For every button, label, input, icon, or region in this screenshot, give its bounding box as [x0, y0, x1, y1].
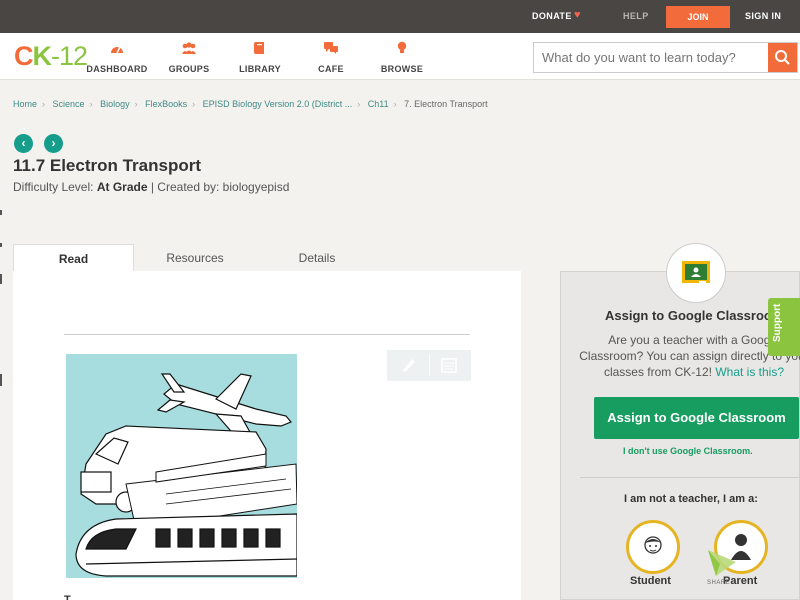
breadcrumb-current: 7. Electron Transport	[404, 99, 488, 109]
edge-mark	[0, 243, 2, 247]
breadcrumb-science[interactable]: Science	[53, 99, 85, 109]
groups-people-icon	[182, 42, 196, 54]
nav-browse[interactable]: BROWSE	[367, 41, 437, 74]
assign-classroom-button[interactable]: Assign to Google Classroom	[594, 397, 799, 439]
top-bar: DONATE ♥ HELP JOIN SIGN IN	[0, 0, 800, 33]
breadcrumb-chapter[interactable]: Ch11	[368, 99, 389, 109]
next-button[interactable]: ›	[44, 134, 63, 153]
chevron-right-icon: ›	[357, 99, 361, 109]
divider	[580, 477, 800, 478]
toolbox-divider	[429, 355, 430, 376]
chevron-right-icon: ›	[42, 99, 46, 109]
ck12-logo[interactable]: CK-12	[14, 41, 88, 72]
divider	[64, 334, 470, 335]
classroom-title: Assign to Google Classroom	[605, 308, 784, 323]
edge-mark	[0, 210, 2, 215]
nav-library[interactable]: LIBRARY	[225, 41, 295, 74]
tab-resources[interactable]: Resources	[135, 244, 255, 272]
search-icon	[775, 50, 790, 65]
student-icon	[644, 536, 662, 554]
chevron-right-icon: ›	[393, 99, 397, 109]
classroom-description: Are you a teacher with a Google Classroo…	[579, 333, 800, 379]
nav-dashboard[interactable]: DASHBOARD	[82, 41, 152, 74]
donate-link[interactable]: DONATE	[532, 11, 572, 21]
browse-lightbulb-icon	[397, 41, 407, 53]
chevron-right-icon: ›	[134, 99, 138, 109]
edge-mark	[0, 374, 2, 386]
transport-illustration	[66, 354, 297, 578]
google-classroom-icon	[682, 261, 710, 284]
notes-icon[interactable]	[441, 358, 457, 373]
pencil-icon[interactable]	[401, 357, 417, 374]
join-button[interactable]: JOIN	[666, 6, 730, 28]
cafe-chat-icon	[324, 42, 338, 54]
edge-mark	[0, 274, 2, 284]
breadcrumb-home[interactable]: Home	[13, 99, 37, 109]
search-input[interactable]	[534, 43, 770, 72]
chevron-left-icon: ‹	[21, 136, 26, 150]
chevron-right-icon: ›	[51, 136, 56, 150]
help-link[interactable]: HELP	[623, 11, 649, 21]
tab-read[interactable]: Read	[13, 244, 134, 272]
search-button[interactable]	[768, 43, 797, 72]
student-label: Student	[630, 575, 671, 587]
section-heading: T	[64, 594, 71, 600]
sign-in-link[interactable]: SIGN IN	[745, 11, 781, 21]
page-meta: Difficulty Level: At Grade | Created by:…	[13, 180, 290, 194]
chevron-right-icon: ›	[89, 99, 93, 109]
chevron-right-icon: ›	[192, 99, 196, 109]
nav-groups[interactable]: GROUPS	[154, 41, 224, 74]
share-label: SHARE	[707, 580, 731, 586]
support-tab[interactable]: Support	[768, 298, 800, 356]
transport-vehicles-image	[75, 373, 297, 577]
no-classroom-link[interactable]: I don't use Google Classroom.	[623, 446, 753, 456]
nav-cafe[interactable]: CAFE	[296, 41, 366, 74]
tab-details[interactable]: Details	[256, 244, 378, 272]
search-box	[533, 42, 798, 73]
previous-button[interactable]: ‹	[14, 134, 33, 153]
student-role-button[interactable]	[626, 520, 680, 574]
what-is-this-link[interactable]: What is this?	[715, 365, 784, 379]
difficulty-level: At Grade	[96, 180, 148, 194]
breadcrumb-book[interactable]: EPISD Biology Version 2.0 (District ...	[203, 99, 353, 109]
role-prompt: I am not a teacher, I am a:	[624, 493, 758, 505]
heart-icon: ♥	[574, 9, 581, 21]
content-toolbox	[387, 350, 471, 381]
page-title: 11.7 Electron Transport	[13, 156, 202, 175]
created-by: | Created by: biologyepisd	[150, 180, 290, 194]
share-icon[interactable]	[706, 546, 738, 578]
breadcrumb-biology[interactable]: Biology	[100, 99, 130, 109]
main-nav: CK-12 DASHBOARD GROUPS LIBRARY CAFE BROW…	[0, 33, 800, 80]
breadcrumb-flexbooks[interactable]: FlexBooks	[145, 99, 187, 109]
google-classroom-logo	[666, 243, 726, 303]
breadcrumb: Home › Science › Biology › FlexBooks › EPISD…	[13, 99, 488, 109]
dashboard-gauge-icon	[111, 46, 123, 54]
read-content: T	[13, 271, 521, 600]
library-book-icon	[254, 42, 264, 54]
